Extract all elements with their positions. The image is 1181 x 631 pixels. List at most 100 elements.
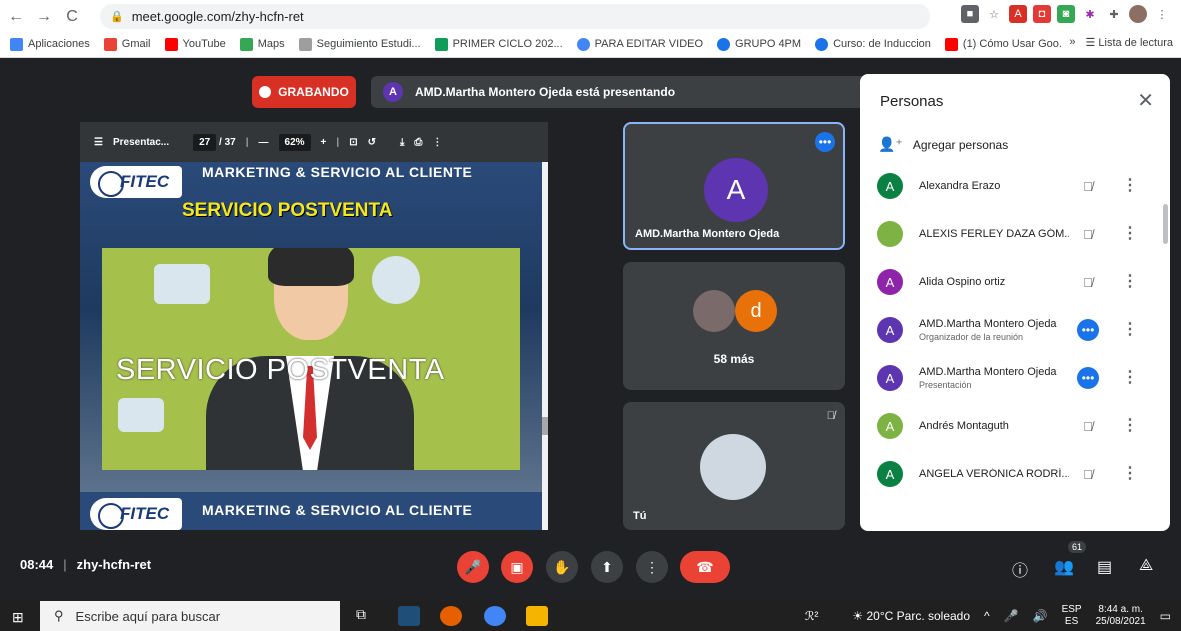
person-options-icon[interactable]: ⋮: [1122, 319, 1138, 339]
bookmark-seguimiento[interactable]: Seguimiento Estudi...: [298, 37, 421, 51]
bookmark-curso[interactable]: Curso: de Induccion: [815, 37, 931, 51]
reading-list-button[interactable]: ☰ Lista de lectura: [1085, 36, 1173, 49]
maps-icon: [239, 37, 253, 51]
star-icon[interactable]: ☆: [985, 5, 1003, 23]
download-icon[interactable]: ⤓: [400, 137, 404, 148]
meeting-info-icon[interactable]: ⓘ: [1012, 557, 1028, 581]
bookmark-gmail[interactable]: Gmail: [103, 37, 151, 51]
present-button[interactable]: ⬆: [591, 551, 623, 583]
scroll-thumb[interactable]: [542, 417, 548, 435]
bookmark-label: Seguimiento Estudi...: [316, 38, 421, 50]
activities-icon[interactable]: ⟁: [1139, 557, 1153, 575]
acrobat-icon[interactable]: A: [1009, 5, 1027, 23]
notifications-icon[interactable]: ▭: [1160, 609, 1171, 623]
back-icon[interactable]: ←: [4, 5, 28, 29]
person-row[interactable]: A Alexandra Erazo 🎙̸ ⋮: [860, 162, 1162, 210]
bookmark-maps[interactable]: Maps: [239, 37, 285, 51]
person-avatar: A: [877, 317, 903, 343]
pdf-zoom-input[interactable]: 62%: [278, 133, 311, 151]
people-icon[interactable]: 👥: [1054, 557, 1074, 577]
bookmark-editar-video[interactable]: PARA EDITAR VIDEO: [576, 37, 703, 51]
people-list[interactable]: A Alexandra Erazo 🎙̸ ⋮ ALEXIS FERLEY DAZA GÓ…: [860, 162, 1162, 531]
windows-start-icon[interactable]: ⊞: [12, 609, 24, 626]
person-row[interactable]: A Andrés Montaguth 🎙̸ ⋮: [860, 402, 1162, 450]
more-bookmarks-button[interactable]: »: [1069, 36, 1075, 49]
reload-icon[interactable]: C: [60, 5, 84, 29]
pdf-scrollbar[interactable]: [542, 162, 548, 530]
bookmark-grupo[interactable]: GRUPO 4PM: [717, 37, 801, 51]
tile-more-participants[interactable]: d 58 más: [623, 262, 845, 390]
taskbar-search[interactable]: ⚲ Escribe aquí para buscar: [40, 601, 340, 631]
profile-avatar[interactable]: [1129, 5, 1147, 23]
person-name: ANGELA VERÓNICA RODRÍ...: [919, 468, 1069, 480]
volume-icon[interactable]: 🔊: [1033, 609, 1048, 623]
print-icon[interactable]: ⎙: [414, 137, 422, 148]
person-avatar: [877, 221, 903, 247]
pdf-page-input[interactable]: 27: [193, 133, 217, 151]
forward-icon[interactable]: →: [32, 5, 56, 29]
tray-chevron-icon[interactable]: ^: [984, 609, 990, 623]
person-options-icon[interactable]: ⋮: [1122, 367, 1138, 387]
speaking-indicator-icon: •••: [1077, 319, 1099, 341]
person-row[interactable]: A ANGELA VERÓNICA RODRÍ... 🎙̸ ⋮: [860, 450, 1162, 498]
menu-icon[interactable]: ⋮: [1153, 5, 1171, 23]
person-text: Alexandra Erazo: [919, 180, 1069, 192]
bookmark-como-usar[interactable]: (1) Cómo Usar Goo...: [944, 37, 1068, 51]
task-view-icon[interactable]: ⧉: [356, 606, 378, 626]
slide-page: FITEC MARKETING & SERVICIO AL CLIENTE SE…: [80, 162, 542, 530]
app-icon[interactable]: [398, 606, 420, 626]
camera-icon[interactable]: ■: [961, 5, 979, 23]
leave-call-button[interactable]: ☎: [680, 551, 730, 583]
clock[interactable]: 8:44 a. m. 25/08/2021: [1096, 604, 1146, 628]
person-options-icon[interactable]: ⋮: [1122, 175, 1138, 195]
flower-icon[interactable]: ✱: [1081, 5, 1099, 23]
person-row[interactable]: A Alida Ospino ortiz 🎙̸ ⋮: [860, 258, 1162, 306]
file-explorer-icon[interactable]: [526, 606, 548, 626]
weather-widget[interactable]: ☀ 20°C Parc. soleado: [852, 609, 970, 623]
puzzle-icon[interactable]: ✚: [1105, 5, 1123, 23]
person-options-icon[interactable]: ⋮: [1122, 463, 1138, 483]
tile-self[interactable]: 🎙̸ Tú: [623, 402, 845, 530]
person-row[interactable]: A AMD.Martha Montero Ojeda Presentación •••…: [860, 354, 1162, 402]
record-dot-icon: [259, 86, 272, 98]
pdf-more-icon[interactable]: ⋮: [432, 137, 442, 148]
bookmark-primer-ciclo[interactable]: PRIMER CICLO 202...: [434, 37, 563, 51]
chrome-icon[interactable]: [484, 606, 506, 626]
raise-hand-button[interactable]: ✋: [546, 551, 578, 583]
person-avatar: A: [877, 461, 903, 487]
fitec-logo: FITEC: [90, 166, 182, 198]
person-options-icon[interactable]: ⋮: [1122, 271, 1138, 291]
toolbar-divider: |: [336, 136, 340, 148]
zoom-in-icon[interactable]: +: [321, 137, 327, 148]
more-options-button[interactable]: ⋮: [636, 551, 668, 583]
tile-options-icon[interactable]: •••: [815, 132, 835, 152]
address-bar[interactable]: 🔒 meet.google.com/zhy-hcfn-ret: [100, 4, 930, 29]
pdf-menu-icon[interactable]: ☰: [94, 137, 103, 148]
fit-page-icon[interactable]: ⊡: [349, 137, 357, 148]
zoom-out-icon[interactable]: —: [259, 137, 269, 148]
mic-tray-icon[interactable]: 🎤: [1004, 609, 1019, 623]
page-icon: [298, 37, 312, 51]
pocket-icon[interactable]: ◘: [1033, 5, 1051, 23]
rotate-icon[interactable]: ↺: [368, 137, 376, 148]
add-people-button[interactable]: 👤⁺ Agregar personas: [878, 136, 1008, 153]
person-options-icon[interactable]: ⋮: [1122, 415, 1138, 435]
camera-off-button[interactable]: ▣: [501, 551, 533, 583]
mic-off-button[interactable]: 🎤: [457, 551, 489, 583]
close-icon[interactable]: ✕: [1137, 88, 1154, 113]
chat-icon[interactable]: ▤: [1097, 557, 1112, 577]
bookmark-apps[interactable]: Aplicaciones: [10, 37, 90, 51]
panel-scrollbar[interactable]: [1163, 204, 1168, 244]
firefox-icon[interactable]: [440, 606, 462, 626]
person-options-icon[interactable]: ⋮: [1122, 223, 1138, 243]
person-row[interactable]: A AMD.Martha Montero Ojeda Organizador de …: [860, 306, 1162, 354]
people-tray-icon[interactable]: ℛ²: [805, 609, 819, 623]
bookmark-label: Gmail: [121, 38, 151, 50]
language-indicator[interactable]: ESP ES: [1062, 604, 1082, 628]
person-text: AMD.Martha Montero Ojeda Organizador de l…: [919, 318, 1069, 342]
play-icon: [576, 37, 590, 51]
tile-presenter[interactable]: ••• A AMD.Martha Montero Ojeda: [623, 122, 845, 250]
extension-green-icon[interactable]: ◙: [1057, 5, 1075, 23]
bookmark-youtube[interactable]: YouTube: [164, 37, 226, 51]
person-row[interactable]: ALEXIS FERLEY DAZA GÓM... 🎙̸ ⋮: [860, 210, 1162, 258]
